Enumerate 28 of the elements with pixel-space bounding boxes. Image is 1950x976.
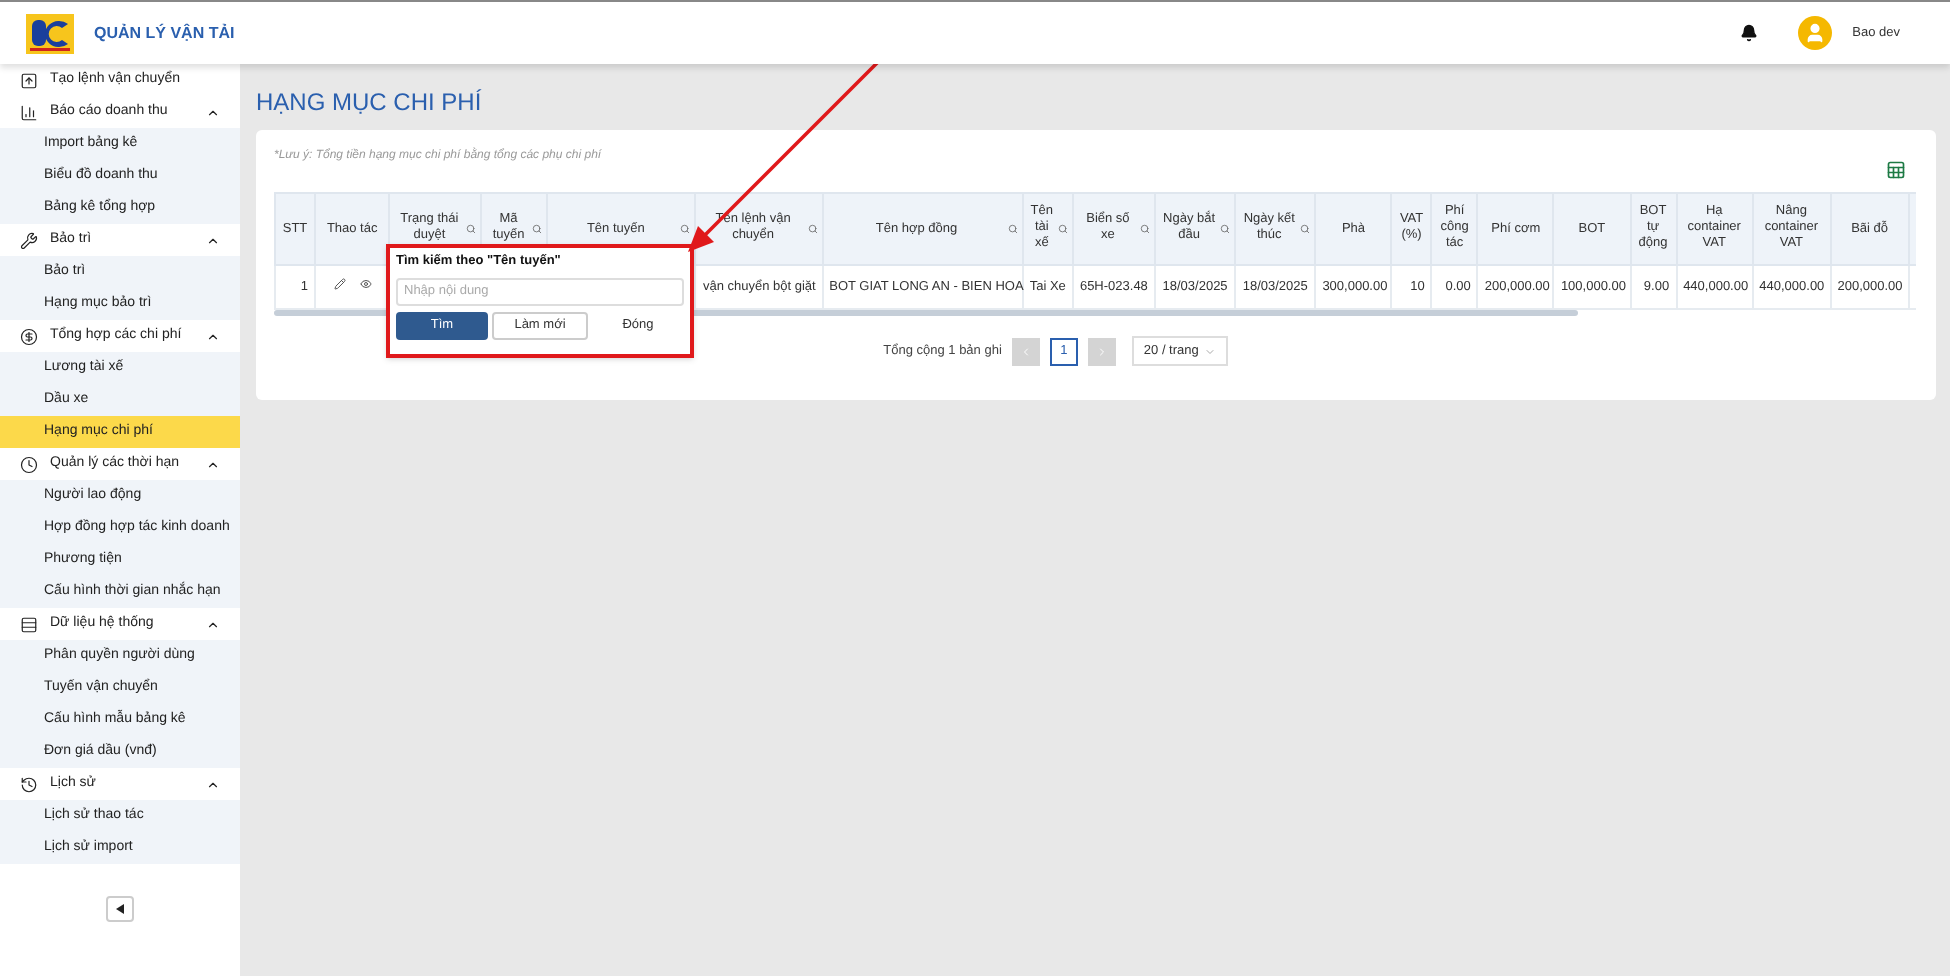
user-icon [1804, 22, 1827, 44]
spreadsheet-icon[interactable] [1886, 160, 1906, 180]
list-icon [20, 615, 38, 633]
left-triangle-icon [116, 904, 124, 914]
search-icon[interactable] [1007, 224, 1018, 234]
dollar-icon [20, 327, 38, 345]
upload-square-icon [20, 71, 38, 89]
search-icon[interactable] [1057, 224, 1068, 234]
bar-chart-icon [20, 103, 38, 121]
history-icon [20, 775, 38, 793]
search-icon[interactable] [1140, 224, 1150, 234]
search-icon[interactable] [680, 224, 691, 234]
edit-icon[interactable] [333, 277, 346, 290]
app-title: QUẢN LÝ VẬN TẢI [94, 21, 237, 45]
chevron-right-icon [1095, 345, 1108, 357]
logo-icon [26, 13, 74, 53]
search-icon[interactable] [466, 224, 477, 234]
search-icon[interactable] [807, 224, 818, 234]
search-icon[interactable] [1300, 224, 1311, 234]
chevron-down-icon [1204, 345, 1217, 357]
bell-icon[interactable] [1740, 24, 1759, 42]
clock-icon [20, 455, 38, 473]
search-icon[interactable] [1220, 224, 1231, 234]
wrench-icon [20, 231, 38, 249]
search-icon[interactable] [532, 224, 543, 234]
page-title: HẠNG MỤC CHI PHÍ [256, 86, 484, 120]
collapse-button[interactable] [106, 896, 134, 922]
view-icon[interactable] [359, 277, 372, 290]
